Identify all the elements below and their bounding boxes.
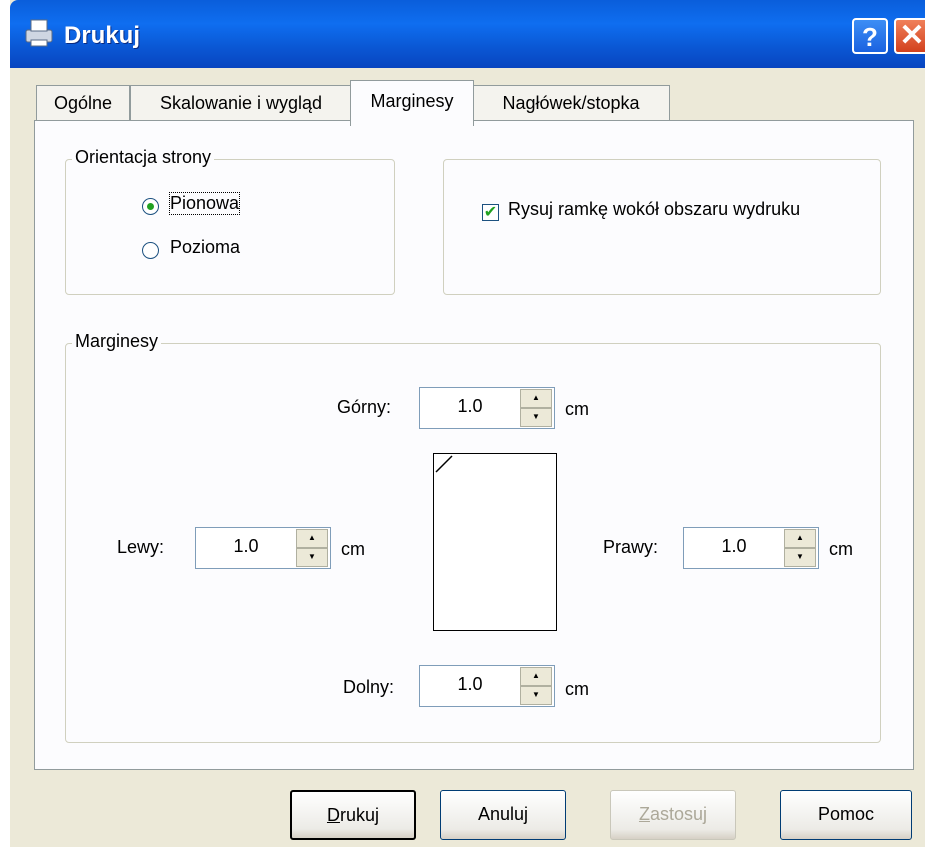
tab-skalowanie[interactable]: Skalowanie i wygląd <box>130 85 352 121</box>
top-margin-spinner[interactable]: 1.0 ▲ ▼ <box>419 387 555 429</box>
radio-pozioma[interactable] <box>142 242 159 259</box>
left-margin-unit: cm <box>341 539 365 559</box>
radio-pionowa-label[interactable]: Pionowa <box>168 192 241 215</box>
radio-pozioma-label[interactable]: Pozioma <box>170 237 240 258</box>
apply-button-label: astosuj <box>649 804 708 824</box>
spin-down-icon[interactable]: ▼ <box>296 548 328 567</box>
left-margin-input[interactable]: 1.0 <box>202 528 290 568</box>
top-margin-label: Górny: <box>337 397 392 417</box>
window-title: Drukuj <box>64 22 141 49</box>
spin-up-icon[interactable]: ▲ <box>296 529 328 548</box>
top-margin-unit: cm <box>565 399 589 419</box>
question-icon: ? <box>862 22 878 52</box>
printer-icon <box>25 19 53 47</box>
spin-down-icon[interactable]: ▼ <box>520 408 552 427</box>
print-dialog: Drukuj ? ✕ Ogólne Skalowanie i wygląd Ma… <box>10 0 925 847</box>
tab-label: Skalowanie i wygląd <box>159 93 323 113</box>
right-margin-label: Prawy: <box>603 537 659 557</box>
bottom-margin-spinner[interactable]: 1.0 ▲ ▼ <box>419 665 555 707</box>
print-button-label: rukuj <box>339 805 379 825</box>
title-bar[interactable]: Drukuj ? ✕ <box>10 0 925 68</box>
frame-checkbox[interactable]: ✔ <box>482 204 499 221</box>
apply-button-mnemonic: Z <box>638 804 650 824</box>
close-icon: ✕ <box>899 19 925 52</box>
help-button[interactable]: Pomoc <box>780 790 912 840</box>
page-preview <box>433 453 557 631</box>
bottom-margin-label: Dolny: <box>343 677 395 697</box>
orientation-legend: Orientacja strony <box>72 147 215 168</box>
right-margin-input[interactable]: 1.0 <box>690 528 778 568</box>
tab-naglowek-stopka[interactable]: Nagłówek/stopka <box>472 85 670 121</box>
tab-panel-marginesy: Orientacja strony Pionowa Pozioma ✔ Rysu… <box>34 120 914 770</box>
close-button[interactable]: ✕ <box>894 18 925 54</box>
bottom-margin-unit: cm <box>565 679 589 699</box>
cancel-button[interactable]: Anuluj <box>440 790 566 840</box>
tab-marginesy[interactable]: Marginesy <box>350 80 474 126</box>
radio-pionowa[interactable] <box>142 198 159 215</box>
spin-up-icon[interactable]: ▲ <box>784 529 816 548</box>
cancel-button-label: Anuluj <box>477 804 529 824</box>
top-margin-input[interactable]: 1.0 <box>426 388 514 428</box>
apply-button: Zastosuj <box>610 790 736 840</box>
left-margin-spinner[interactable]: 1.0 ▲ ▼ <box>195 527 331 569</box>
margins-legend: Marginesy <box>72 331 162 352</box>
right-margin-spinner[interactable]: 1.0 ▲ ▼ <box>683 527 819 569</box>
page-corner-icon <box>435 455 453 473</box>
spin-down-icon[interactable]: ▼ <box>520 686 552 705</box>
tab-label: Nagłówek/stopka <box>502 93 640 113</box>
print-button[interactable]: Drukuj <box>290 790 416 840</box>
checkmark-icon: ✔ <box>483 204 498 221</box>
left-margin-label: Lewy: <box>117 537 165 557</box>
print-button-mnemonic: D <box>326 805 340 825</box>
bottom-margin-input[interactable]: 1.0 <box>426 666 514 706</box>
spin-up-icon[interactable]: ▲ <box>520 389 552 408</box>
spin-down-icon[interactable]: ▼ <box>784 548 816 567</box>
tab-label: Ogólne <box>53 93 113 113</box>
spin-up-icon[interactable]: ▲ <box>520 667 552 686</box>
help-button-label: Pomoc <box>817 804 875 824</box>
right-margin-unit: cm <box>829 539 853 559</box>
frame-checkbox-label[interactable]: Rysuj ramkę wokół obszaru wydruku <box>508 199 800 220</box>
help-title-button[interactable]: ? <box>852 18 888 54</box>
tab-label: Marginesy <box>370 91 454 111</box>
orientation-group: Orientacja strony Pionowa Pozioma <box>65 147 395 295</box>
tab-ogolne[interactable]: Ogólne <box>36 85 130 121</box>
frame-group: ✔ Rysuj ramkę wokół obszaru wydruku <box>443 159 881 295</box>
